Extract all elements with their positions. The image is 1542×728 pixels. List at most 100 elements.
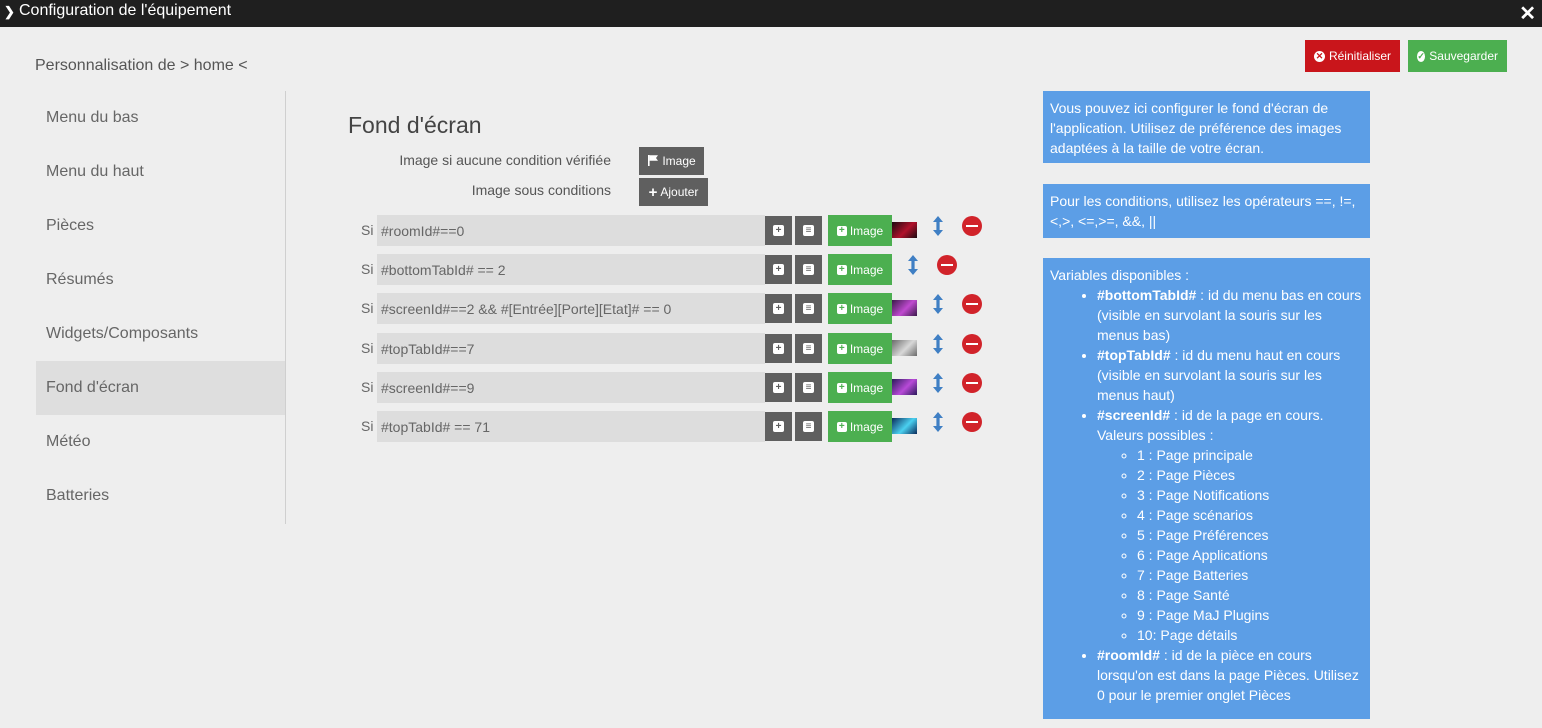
variables-list: #bottomTabId# : id du menu bas en cours … [1097,285,1363,705]
screen-value-item: 2 : Page Pièces [1137,465,1363,485]
condition-image-button[interactable]: + Image [828,254,892,285]
condition-image-button[interactable]: + Image [828,215,892,246]
condition-row: Si + ≡ +Image [356,411,996,442]
sidebar: Menu du bas Menu du haut Pièces Résumés … [36,91,286,524]
insert-variable-button[interactable]: + [765,255,792,284]
condition-image-button-label: Image [849,223,884,238]
image-thumbnail [892,340,917,356]
screen-value-item: 3 : Page Notifications [1137,485,1363,505]
reset-button[interactable]: ✕ Réinitialiser [1305,40,1400,72]
info-box-operators: Pour les conditions, utilisez les opérat… [1043,184,1370,238]
condition-image-button[interactable]: + Image [828,411,892,442]
default-image-button-label: Image [662,154,696,168]
plus-square-icon: + [836,343,847,354]
si-label: Si [361,379,374,395]
list-variable-button[interactable]: ≡ [795,412,822,441]
list-variable-button[interactable]: ≡ [795,334,822,363]
sidebar-item-fond-ecran[interactable]: Fond d'écran [36,361,285,415]
condition-input[interactable] [377,215,765,246]
insert-variable-button[interactable]: + [765,373,792,402]
info-box-intro: Vous pouvez ici configurer le fond d'écr… [1043,91,1370,163]
list-icon: ≡ [803,343,814,354]
move-arrows-icon[interactable] [930,372,946,394]
sidebar-item-menu-bas[interactable]: Menu du bas [36,91,285,145]
si-label: Si [361,418,374,434]
insert-variable-button[interactable]: + [765,294,792,323]
plus-square-icon: + [773,264,784,275]
insert-variable-button[interactable]: + [765,216,792,245]
plus-square-icon: + [836,225,847,236]
condition-image-button-label: Image [849,262,884,277]
variable-screenid: #screenId# : id de la page en cours. Val… [1097,405,1363,645]
si-label: Si [361,340,374,356]
remove-condition-button[interactable] [937,255,957,275]
remove-condition-button[interactable] [962,294,982,314]
remove-condition-button[interactable] [962,373,982,393]
condition-row: Si+≡+Image [356,333,996,364]
condition-row: Si+≡+Image [356,215,996,246]
screen-value-item: 5 : Page Préférences [1137,525,1363,545]
plus-square-icon: + [773,421,784,432]
plus-square-icon: + [773,303,784,314]
move-arrows-icon[interactable] [930,293,946,315]
condition-image-button-label: Image [849,301,884,316]
flag-icon [647,154,659,169]
sidebar-item-meteo[interactable]: Météo [36,415,285,469]
page-subtitle: Personnalisation de > home < [35,57,248,74]
condition-input[interactable] [377,372,765,403]
remove-condition-button[interactable] [962,216,982,236]
sidebar-item-pieces[interactable]: Pièces [36,199,285,253]
list-variable-button[interactable]: ≡ [795,294,822,323]
reset-button-label: Réinitialiser [1328,49,1391,63]
times-circle-icon: ✕ [1314,50,1325,62]
list-variable-button[interactable]: ≡ [795,373,822,402]
condition-row: Si+≡+Image [356,372,996,403]
condition-image-button[interactable]: + Image [828,372,892,403]
save-button[interactable]: ✓ Sauvegarder [1408,40,1507,72]
condition-input[interactable] [377,293,765,324]
screen-values-list: 1 : Page principale2 : Page Pièces3 : Pa… [1137,445,1363,645]
plus-square-icon: + [773,225,784,236]
insert-variable-button[interactable]: + [765,412,792,441]
condition-input[interactable] [377,333,765,364]
section-title: Fond d'écran [348,112,482,138]
condition-image-button[interactable]: + Image [828,293,892,324]
move-arrows-icon[interactable] [930,333,946,355]
variable-toptabid: #topTabId# : id du menu haut en cours (v… [1097,345,1363,405]
sidebar-item-menu-haut[interactable]: Menu du haut [36,145,285,199]
plus-square-icon: + [836,382,847,393]
plus-square-icon: + [773,343,784,354]
remove-condition-button[interactable] [962,334,982,354]
screen-value-item: 10: Page détails [1137,625,1363,645]
list-variable-button[interactable]: ≡ [795,216,822,245]
remove-condition-button[interactable] [962,412,982,432]
check-circle-icon: ✓ [1417,50,1426,62]
add-condition-button[interactable]: + Ajouter [639,178,708,206]
list-icon: ≡ [803,303,814,314]
image-thumbnail [892,300,917,316]
default-image-button[interactable]: Image [639,147,704,175]
sidebar-item-widgets[interactable]: Widgets/Composants [36,307,285,361]
condition-input[interactable] [377,411,765,442]
condition-row: Si+≡+Image [356,254,996,285]
condition-image-button-label: Image [849,341,884,356]
sidebar-item-resumes[interactable]: Résumés [36,253,285,307]
title-bar: ❯ Configuration de l'équipement ✕ [0,0,1542,27]
screen-value-item: 4 : Page scénarios [1137,505,1363,525]
sidebar-item-batteries[interactable]: Batteries [36,469,285,523]
conditional-image-label: Image sous conditions [471,182,611,198]
close-icon[interactable]: ✕ [1519,1,1536,26]
screen-value-item: 7 : Page Batteries [1137,565,1363,585]
variable-roomid: #roomId# : id de la pièce en cours lorsq… [1097,645,1363,705]
condition-image-button[interactable]: + Image [828,333,892,364]
list-variable-button[interactable]: ≡ [795,255,822,284]
image-thumbnail [892,418,917,434]
move-arrows-icon[interactable] [930,215,946,237]
condition-input[interactable] [377,254,765,285]
variables-title: Variables disponibles : [1050,267,1190,283]
si-label: Si [361,222,374,238]
list-icon: ≡ [803,421,814,432]
move-arrows-icon[interactable] [905,254,921,276]
move-arrows-icon[interactable] [930,411,946,433]
insert-variable-button[interactable]: + [765,334,792,363]
